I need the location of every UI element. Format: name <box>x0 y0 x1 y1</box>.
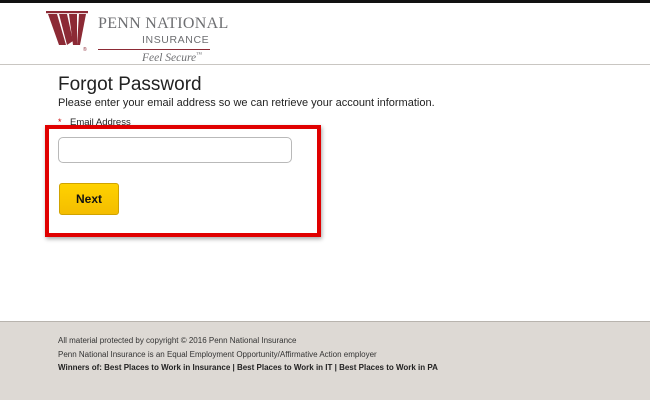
page-title: Forgot Password <box>58 74 202 95</box>
email-input[interactable] <box>58 137 292 163</box>
brand-subtitle: INSURANCE <box>142 34 210 46</box>
brand-tagline: Feel Secure™ <box>142 52 202 64</box>
eeo-statement: Penn National Insurance is an Equal Empl… <box>58 350 377 359</box>
site-header: ® PENN NATIONAL INSURANCE Feel Secure™ <box>0 3 650 65</box>
penn-national-logo-icon: ® <box>46 11 88 51</box>
site-footer: All material protected by copyright © 20… <box>0 321 650 400</box>
awards-text: Winners of: Best Places to Work in Insur… <box>58 363 438 372</box>
required-asterisk: * <box>58 117 62 127</box>
copyright-text: All material protected by copyright © 20… <box>58 336 297 345</box>
registered-mark: ® <box>83 46 87 51</box>
brand-name: PENN NATIONAL <box>98 15 229 32</box>
tagline-text: Feel Secure <box>142 52 197 64</box>
trademark-mark: ™ <box>196 52 203 59</box>
next-button[interactable]: Next <box>59 183 119 215</box>
email-label: Email Address <box>70 117 131 128</box>
brand-divider <box>98 49 210 50</box>
header-divider <box>0 64 650 65</box>
instructions-text: Please enter your email address so we ca… <box>58 97 435 109</box>
